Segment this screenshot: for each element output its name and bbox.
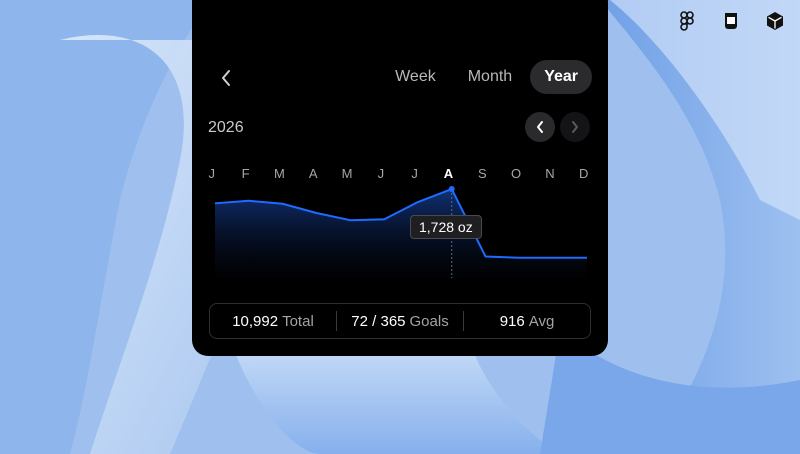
tab-year[interactable]: Year [530,60,592,94]
highlight-point[interactable] [448,186,455,193]
chevron-left-icon [222,70,230,86]
stat-avg: 916 Avg [464,313,590,330]
month-label[interactable]: D [574,166,594,181]
figma-icon[interactable] [676,10,698,32]
year-label: 2026 [208,119,244,136]
back-button[interactable] [212,64,240,92]
month-label[interactable]: A [439,166,459,181]
stat-goals: 72 / 365 Goals [337,313,463,330]
month-label[interactable]: J [371,166,391,181]
month-label[interactable]: F [236,166,256,181]
month-label[interactable]: O [506,166,526,181]
total-value: 10,992 [232,312,279,330]
stats-panel: Week Month Year 2026 JFMAMJJASOND 1,728 … [192,0,608,356]
previous-year-button[interactable] [525,112,555,142]
summary-stats: 10,992 Total 72 / 365 Goals 916 Avg [209,303,591,339]
month-label[interactable]: J [405,166,425,181]
period-selector: Week Month Year [381,60,592,94]
chevron-left-icon [537,121,543,133]
consumption-chart [214,186,587,278]
next-year-button[interactable] [560,112,590,142]
avg-value: 916 [499,312,525,330]
tab-week[interactable]: Week [381,60,450,94]
total-label: Total [282,312,314,330]
tab-month[interactable]: Month [454,60,526,94]
menu-bar-icons [676,10,786,32]
cube-icon[interactable] [764,10,786,32]
stat-total: 10,992 Total [210,313,336,330]
month-label[interactable]: N [540,166,560,181]
month-label[interactable]: S [473,166,493,181]
value-tooltip: 1,728 oz [410,215,482,239]
avg-label: Avg [528,312,555,330]
chevron-right-icon [572,121,578,133]
goals-label: Goals [409,312,449,330]
month-label[interactable]: J [202,166,222,181]
mug-icon[interactable] [720,10,742,32]
month-label[interactable]: M [337,166,357,181]
month-label[interactable]: M [270,166,290,181]
month-label[interactable]: A [303,166,323,181]
goals-value: 72 / 365 [351,312,406,330]
